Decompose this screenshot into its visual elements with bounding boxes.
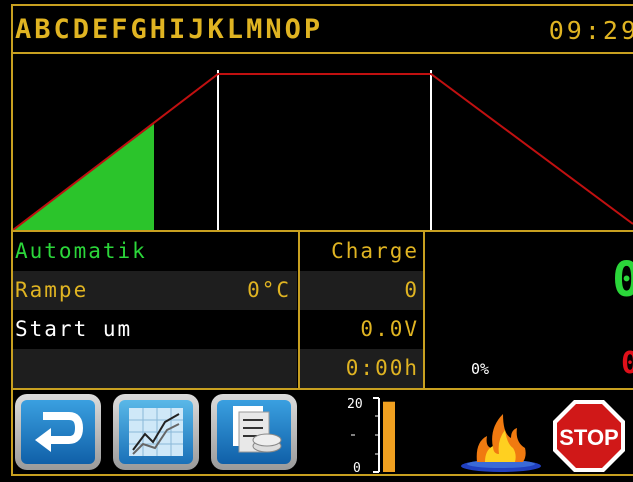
device-screen: ABCDEFGHIJKLMNOP 09:29 Automatik Rampe 0… bbox=[0, 0, 633, 482]
rampe-row: Rampe 0°C bbox=[13, 271, 297, 310]
charge-value-2: 0.0V bbox=[360, 317, 419, 341]
rampe-label: Rampe bbox=[15, 278, 89, 302]
back-button[interactable] bbox=[15, 394, 101, 470]
chart-icon bbox=[119, 400, 193, 464]
rampe-value: 0°C bbox=[247, 278, 291, 302]
mode-row: Automatik bbox=[13, 232, 297, 271]
charge-value2-cell: 0.0V bbox=[300, 310, 423, 349]
display-frame: ABCDEFGHIJKLMNOP 09:29 Automatik Rampe 0… bbox=[11, 4, 633, 476]
program-info-panel: Automatik Rampe 0°C Start um bbox=[13, 232, 297, 388]
gauge-level-bar bbox=[383, 401, 395, 472]
firing-profile-graph bbox=[13, 54, 633, 230]
clock-display: 09:29 bbox=[548, 16, 633, 45]
report-button[interactable] bbox=[211, 394, 297, 470]
chart-button[interactable] bbox=[113, 394, 199, 470]
stop-sign-icon: STOP bbox=[553, 400, 625, 472]
charge-value-1: 0 bbox=[404, 278, 419, 302]
start-label: Start um bbox=[15, 317, 133, 341]
stop-label: STOP bbox=[559, 425, 619, 450]
return-arrow-icon bbox=[21, 400, 95, 464]
charge-value3-cell: 0:00h bbox=[300, 349, 423, 388]
charge-panel: Charge 0 0.0V 0:00h bbox=[298, 232, 425, 388]
gauge-max-label: 20 bbox=[347, 397, 363, 412]
toolbar: 20 0 STOP bbox=[13, 390, 633, 476]
power-gauge: 20 0 bbox=[329, 394, 419, 476]
mode-label: Automatik bbox=[15, 239, 147, 263]
charge-header: Charge bbox=[331, 239, 419, 263]
header-bar: ABCDEFGHIJKLMNOP 09:29 bbox=[13, 6, 633, 54]
program-title: ABCDEFGHIJKLMNOP bbox=[15, 14, 324, 45]
stop-button[interactable]: STOP bbox=[551, 398, 627, 474]
start-row: Start um bbox=[13, 310, 297, 349]
status-panel: 0 0% 0 bbox=[423, 232, 633, 388]
charge-header-cell: Charge bbox=[300, 232, 423, 271]
temperature-display: 0 bbox=[612, 252, 633, 308]
empty-row bbox=[13, 349, 297, 388]
document-icon bbox=[217, 400, 291, 464]
charge-value-3: 0:00h bbox=[345, 356, 419, 380]
gauge-min-label: 0 bbox=[353, 461, 361, 474]
flame-icon bbox=[459, 408, 543, 478]
charge-value1-cell: 0 bbox=[300, 271, 423, 310]
power-percent: 0% bbox=[471, 360, 490, 378]
red-indicator-value: 0 bbox=[620, 346, 633, 381]
